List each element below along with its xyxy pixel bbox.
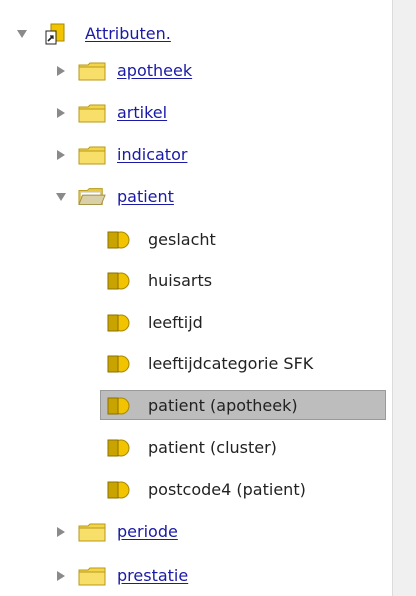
folder-patient-label[interactable]: patient	[117, 183, 174, 211]
attribute-root-icon	[40, 20, 68, 48]
tree-root-label[interactable]: Attributen.	[85, 20, 171, 48]
attribute-patient-apotheek[interactable]: patient (apotheek)	[148, 392, 298, 420]
attribute-icon	[104, 392, 132, 420]
folder-artikel-label[interactable]: artikel	[117, 99, 167, 127]
folder-closed-icon	[78, 562, 106, 590]
attribute-leeftijd[interactable]: leeftijd	[148, 309, 203, 337]
folder-closed-icon	[78, 141, 106, 169]
attribute-leeftijdcategorie[interactable]: leeftijdcategorie SFK	[148, 350, 313, 378]
triangle-down-icon[interactable]	[16, 20, 28, 48]
attribute-icon	[104, 350, 132, 378]
attribute-icon	[104, 476, 132, 504]
folder-closed-icon	[78, 99, 106, 127]
attribute-postcode4[interactable]: postcode4 (patient)	[148, 476, 306, 504]
vertical-scrollbar[interactable]	[392, 0, 416, 596]
attribute-icon	[104, 434, 132, 462]
triangle-down-icon[interactable]	[55, 183, 67, 211]
folder-open-icon	[78, 183, 106, 211]
attribute-geslacht[interactable]: geslacht	[148, 226, 216, 254]
attribute-tree: Attributen. apotheek artikel indicator p…	[0, 0, 392, 596]
folder-indicator-label[interactable]: indicator	[117, 141, 187, 169]
attribute-icon	[104, 267, 132, 295]
attribute-icon	[104, 309, 132, 337]
folder-closed-icon	[78, 57, 106, 85]
folder-closed-icon	[78, 518, 106, 546]
triangle-right-icon[interactable]	[55, 518, 67, 546]
folder-prestatie-label[interactable]: prestatie	[117, 562, 188, 590]
triangle-right-icon[interactable]	[55, 57, 67, 85]
folder-periode-label[interactable]: periode	[117, 518, 178, 546]
triangle-right-icon[interactable]	[55, 562, 67, 590]
attribute-huisarts[interactable]: huisarts	[148, 267, 212, 295]
attribute-icon	[104, 226, 132, 254]
folder-apotheek-label[interactable]: apotheek	[117, 57, 192, 85]
attribute-patient-cluster[interactable]: patient (cluster)	[148, 434, 277, 462]
triangle-right-icon[interactable]	[55, 141, 67, 169]
triangle-right-icon[interactable]	[55, 99, 67, 127]
